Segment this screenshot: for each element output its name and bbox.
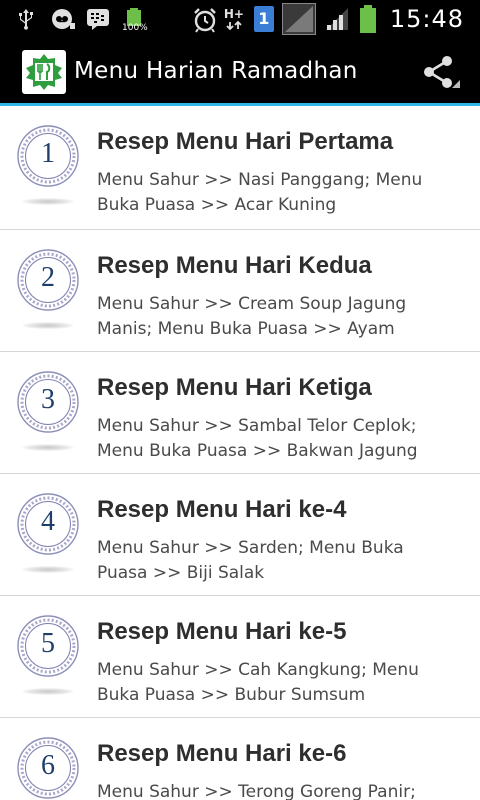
share-button[interactable] — [418, 52, 462, 92]
sim-label: 1 — [258, 9, 270, 28]
number-badge-icon: 4 — [16, 492, 80, 556]
number-badge-icon: 1 — [16, 124, 80, 188]
list-item[interactable]: 3 Resep Menu Hari Ketiga Menu Sahur >> S… — [0, 352, 480, 474]
overflow-indicator-icon — [452, 80, 460, 88]
recipe-list[interactable]: 1 Resep Menu Hari Pertama Menu Sahur >> … — [0, 106, 480, 800]
badge-number: 2 — [41, 262, 55, 293]
item-title: Resep Menu Hari ke-5 — [97, 618, 347, 645]
number-badge-icon: 3 — [16, 370, 80, 434]
sim-1-icon: 1 — [253, 6, 274, 32]
item-description: Menu Sahur >> Cream Soup Jagung Manis; M… — [97, 294, 407, 339]
app-logo-icon[interactable] — [22, 50, 66, 94]
badge-number: 5 — [41, 628, 55, 659]
alarm-icon — [192, 7, 216, 33]
badge-shadow — [22, 198, 74, 205]
status-bar-system: H+ 1 15:48 — [192, 3, 464, 35]
item-description: Menu Sahur >> Sarden; Menu Buka Puasa >>… — [97, 538, 404, 583]
status-time: 15:48 — [389, 5, 464, 33]
usb-icon — [14, 7, 38, 31]
share-icon — [424, 56, 452, 88]
battery-percent: 100% — [122, 23, 148, 33]
item-title: Resep Menu Hari ke-4 — [97, 496, 347, 523]
app-title: Menu Harian Ramadhan — [74, 58, 358, 84]
battery-full-icon: 100% — [122, 7, 148, 33]
badge-shadow — [22, 688, 74, 695]
item-description: Menu Sahur >> Nasi Panggang; Menu Buka P… — [97, 170, 423, 215]
list-item[interactable]: 5 Resep Menu Hari ke-5 Menu Sahur >> Cah… — [0, 596, 480, 718]
list-item[interactable]: 4 Resep Menu Hari ke-4 Menu Sahur >> Sar… — [0, 474, 480, 596]
badge-shadow — [22, 444, 74, 451]
voicemail-icon — [50, 7, 75, 31]
number-badge-icon: 5 — [16, 614, 80, 678]
status-bar: 100% H+ 1 15:48 — [0, 0, 480, 38]
item-description: Menu Sahur >> Terong Goreng Panir; — [97, 782, 416, 800]
signal-icon — [324, 7, 350, 31]
item-title: Resep Menu Hari ke-6 — [97, 740, 347, 767]
no-signal-icon — [281, 3, 316, 35]
badge-shadow — [22, 322, 74, 329]
number-badge-icon: 6 — [16, 736, 80, 800]
list-item[interactable]: 6 Resep Menu Hari ke-6 Menu Sahur >> Ter… — [0, 718, 480, 800]
list-item[interactable]: 2 Resep Menu Hari Kedua Menu Sahur >> Cr… — [0, 230, 480, 352]
badge-number: 6 — [41, 750, 55, 781]
list-item[interactable]: 1 Resep Menu Hari Pertama Menu Sahur >> … — [0, 106, 480, 230]
item-description: Menu Sahur >> Cah Kangkung; Menu Buka Pu… — [97, 660, 419, 705]
status-bar-notifications: 100% — [14, 4, 148, 34]
badge-number: 4 — [41, 506, 55, 537]
number-badge-icon: 2 — [16, 248, 80, 312]
item-title: Resep Menu Hari Ketiga — [97, 374, 372, 401]
item-title: Resep Menu Hari Kedua — [97, 252, 372, 279]
item-title: Resep Menu Hari Pertama — [97, 128, 394, 155]
badge-shadow — [22, 566, 74, 573]
h-plus-data-icon: H+ — [224, 7, 246, 31]
battery-icon — [358, 5, 378, 33]
action-bar: Menu Harian Ramadhan — [0, 38, 480, 106]
badge-number: 3 — [41, 384, 55, 415]
item-description: Menu Sahur >> Sambal Telor Ceplok; Menu … — [97, 416, 418, 461]
badge-number: 1 — [41, 138, 55, 169]
bbm-icon — [86, 7, 110, 31]
